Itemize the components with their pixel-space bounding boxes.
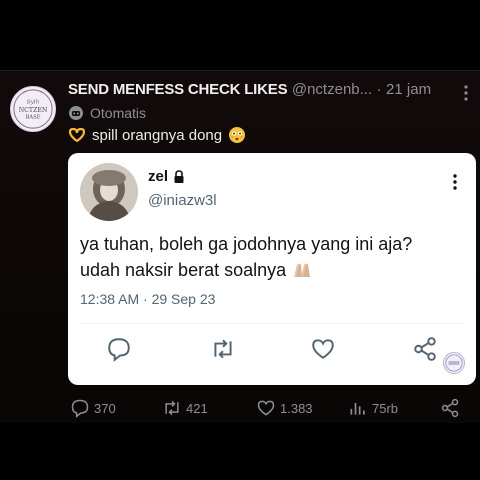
praying-hands-emoji-icon	[294, 263, 311, 277]
divider	[80, 323, 464, 324]
tweet-action-bar: 370 421 1.383 75rb	[0, 396, 480, 420]
bot-icon	[69, 106, 83, 120]
reply-count: 370	[94, 400, 116, 416]
quoted-name[interactable]: zel	[148, 168, 185, 185]
like-button[interactable]: 1.383	[256, 396, 313, 420]
quoted-name-text: zel	[148, 168, 169, 185]
tweet-header: SEND MENFESS CHECK LIKES @nctzenb... · 2…	[68, 81, 472, 101]
svg-text:NCTZEN: NCTZEN	[19, 107, 48, 114]
retweet-icon[interactable]	[210, 336, 236, 362]
display-name[interactable]: SEND MENFESS CHECK LIKES	[68, 81, 288, 98]
like-count: 1.383	[280, 400, 313, 416]
nctzen-base-watermark-icon	[443, 352, 465, 374]
views-icon	[350, 403, 365, 415]
more-vertical-icon[interactable]	[460, 84, 472, 102]
quoted-tweet-card[interactable]: zel @iniazw3l ya tuhan, boleh ga jodohny…	[68, 153, 476, 385]
automated-label: Otomatis	[68, 105, 146, 121]
share-icon	[441, 398, 459, 418]
svg-text:Sylh: Sylh	[27, 99, 40, 105]
flushed-face-emoji-icon	[229, 127, 246, 143]
quoted-text: ya tuhan, boleh ga jodohnya yang ini aja…	[80, 231, 470, 283]
nctzen-base-logo-icon[interactable]: Sylh NCTZEN BASE	[10, 86, 56, 132]
quoted-text-line-1: ya tuhan, boleh ga jodohnya yang ini aja…	[80, 234, 413, 254]
more-vertical-icon[interactable]	[452, 173, 458, 191]
tweet-body: spill orangnya dong	[92, 126, 223, 144]
avatar[interactable]	[80, 163, 138, 221]
heart-hands-emoji-icon	[68, 128, 86, 142]
views-count: 75rb	[372, 400, 399, 416]
reply-button[interactable]: 370	[70, 396, 116, 420]
separator: ·	[376, 81, 382, 98]
automated-text: Otomatis	[90, 105, 147, 121]
lock-icon	[174, 169, 184, 183]
reply-icon[interactable]	[106, 336, 132, 362]
retweet-count: 421	[186, 400, 208, 416]
retweet-button[interactable]: 421	[162, 396, 208, 420]
quoted-handle[interactable]: @iniazw3l	[148, 192, 217, 209]
tweet-text: spill orangnya dong	[68, 126, 246, 144]
reply-icon	[71, 399, 89, 418]
quoted-text-line-2-wrap: udah naksir berat soalnya	[80, 257, 470, 283]
handle[interactable]: @nctzenb...	[292, 81, 372, 98]
quoted-timestamp[interactable]: 12:38 AM · 29 Sep 23	[80, 291, 215, 307]
share-icon[interactable]	[412, 336, 438, 362]
like-icon[interactable]	[310, 336, 336, 362]
timestamp[interactable]: 21 jam	[386, 81, 431, 98]
retweet-icon	[165, 400, 179, 416]
like-icon	[257, 400, 275, 416]
share-button[interactable]	[440, 396, 460, 420]
views-button[interactable]: 75rb	[348, 396, 398, 420]
quoted-text-line-2: udah naksir berat soalnya	[80, 260, 287, 280]
quoted-action-bar	[68, 336, 476, 366]
svg-text:BASE: BASE	[25, 115, 40, 121]
